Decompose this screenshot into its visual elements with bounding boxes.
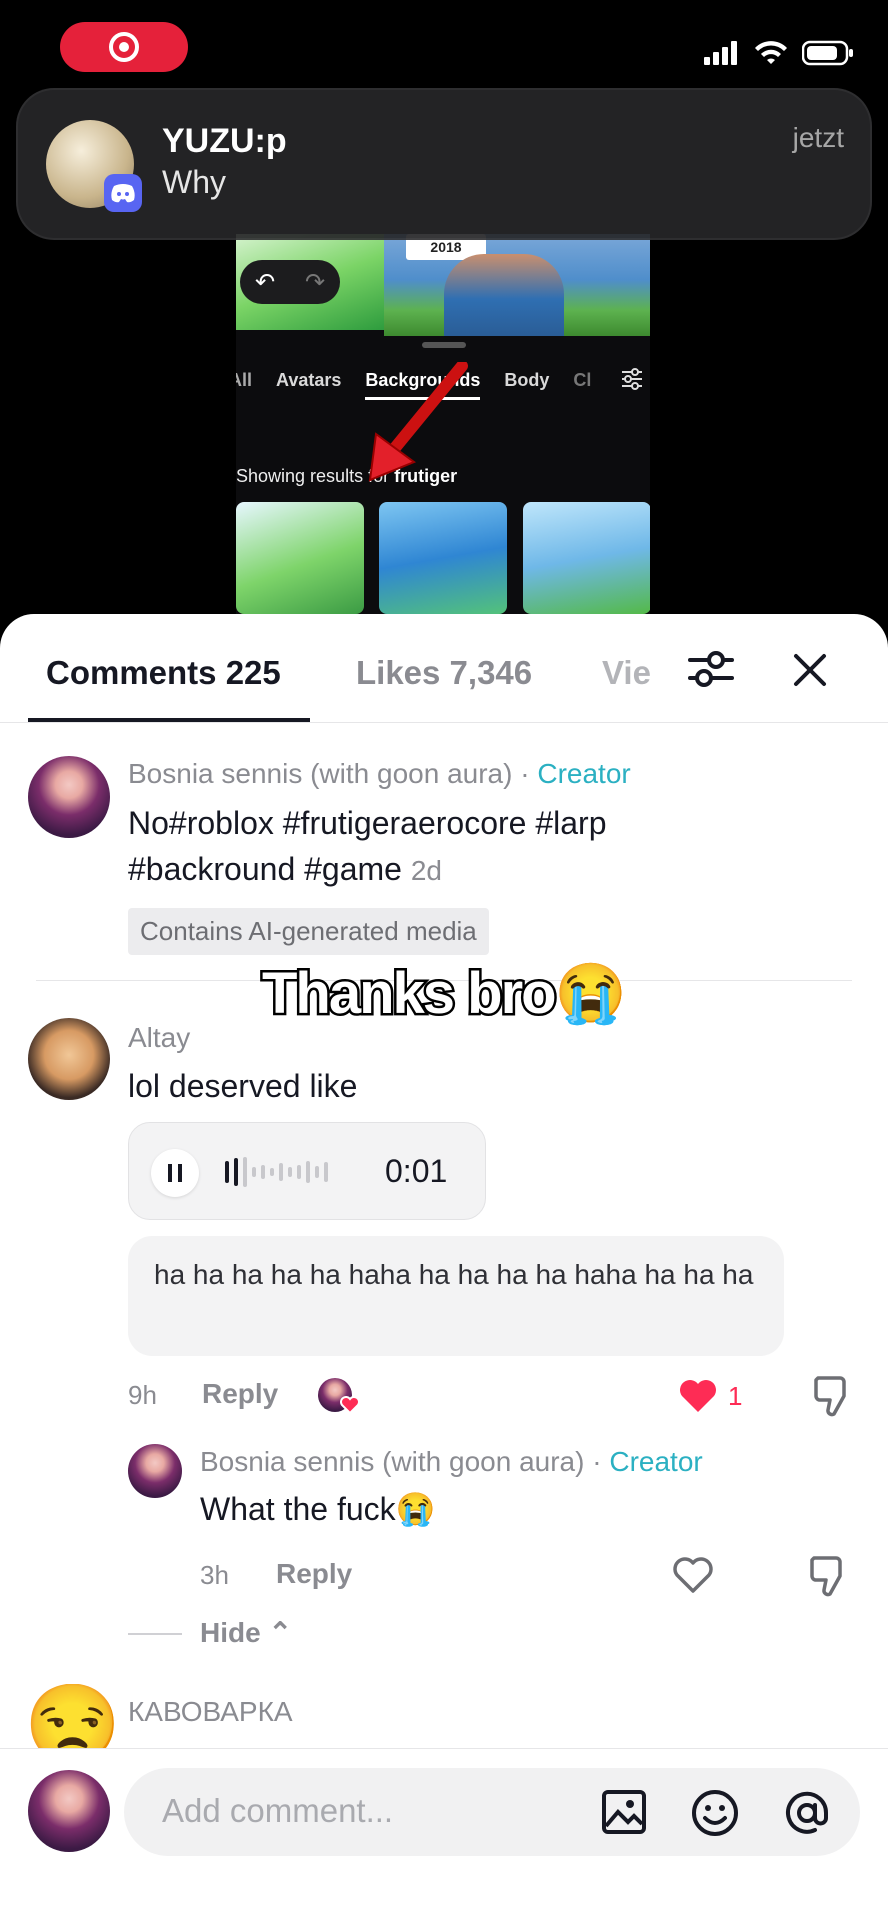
creator-label: Creator [609, 1446, 703, 1477]
comment-age: 9h [128, 1380, 157, 1410]
video-preview[interactable]: 2018 ↶ ↷ All Avatars Backgrounds Body Cl… [236, 234, 650, 614]
creator-label: Creator [537, 758, 631, 789]
caption-text: No#roblox #frutigeraerocore #larp #backr… [128, 805, 607, 887]
undo-icon[interactable]: ↶ [255, 268, 275, 297]
pause-icon[interactable] [151, 1149, 199, 1197]
notification-message: Why [162, 164, 226, 200]
image-icon[interactable] [600, 1788, 648, 1836]
filter-icon[interactable] [686, 644, 736, 694]
emoji-icon[interactable] [690, 1788, 740, 1838]
video-overlay-text: Thanks bro😭 [260, 959, 630, 1029]
waveform [225, 1157, 328, 1187]
voice-duration: 0:01 [385, 1153, 448, 1189]
discord-icon [104, 174, 142, 212]
transcript-bubble: ha ha ha ha ha haha ha ha ha ha haha ha … [128, 1236, 784, 1356]
hide-replies-button[interactable]: Hide ⌃ [200, 1616, 292, 1649]
dislike-icon[interactable] [812, 1374, 852, 1418]
comment-text: What the fuck😭 [200, 1491, 436, 1527]
ai-generated-badge[interactable]: Contains AI-generated media [128, 908, 489, 955]
discord-notification[interactable]: YUZU:p Why jetzt [16, 88, 872, 240]
undo-redo-control[interactable]: ↶ ↷ [240, 260, 340, 304]
tab-likes[interactable]: Likes 7,346 [356, 654, 532, 692]
red-arrow-icon [368, 362, 468, 482]
at-icon[interactable] [782, 1788, 832, 1838]
filter-sliders-icon[interactable] [620, 368, 644, 390]
heart-icon [340, 1396, 360, 1414]
result-thumbnail[interactable] [379, 502, 507, 614]
result-thumbnail[interactable] [523, 502, 650, 614]
battery-icon [802, 40, 853, 66]
comment-input[interactable]: Add comment... [124, 1768, 860, 1856]
heart-outline-icon[interactable] [672, 1556, 714, 1594]
avatar-emoji[interactable]: 😒 [24, 1684, 121, 1748]
wifi-icon [755, 41, 787, 64]
tab-body[interactable]: Body [504, 370, 549, 400]
result-thumbnail[interactable] [236, 502, 364, 614]
avatar [28, 1770, 110, 1852]
reply-button[interactable]: Reply [202, 1378, 278, 1410]
notification-time: jetzt [792, 122, 844, 153]
tab-all[interactable]: All [236, 370, 252, 400]
comment-text: lol deserved like [128, 1068, 358, 1104]
status-icons [704, 40, 854, 66]
chevron-up-icon: ⌃ [268, 1617, 292, 1648]
avatar[interactable] [28, 1018, 110, 1100]
close-icon[interactable] [786, 646, 834, 694]
reply-button[interactable]: Reply [276, 1558, 352, 1590]
screen-record-indicator[interactable] [60, 22, 188, 72]
tab-views[interactable]: Vie [602, 654, 662, 692]
comment-age: 2d [410, 855, 443, 886]
tab-avatars[interactable]: Avatars [276, 370, 341, 400]
signal-icon [704, 41, 737, 65]
redo-icon[interactable]: ↷ [305, 268, 325, 297]
avatar[interactable] [28, 756, 110, 838]
like-button[interactable]: 1 [678, 1378, 742, 1414]
person-image: 2018 [384, 234, 650, 336]
heart-filled-icon[interactable] [678, 1378, 718, 1414]
divider [0, 722, 888, 723]
notification-sender: YUZU:p [162, 122, 287, 160]
tab-comments[interactable]: Comments 225 [46, 654, 281, 692]
like-count: 1 [728, 1380, 743, 1411]
drag-handle[interactable] [422, 342, 466, 348]
comment-author[interactable]: Bosnia sennis (with goon aura) · Creator [128, 758, 631, 790]
comment-author[interactable]: Bosnia sennis (with goon aura) · Creator [200, 1446, 703, 1478]
voice-message[interactable]: 0:01 [128, 1122, 486, 1220]
comment-placeholder: Add comment... [162, 1792, 394, 1829]
tab-clothing[interactable]: Cl [573, 370, 591, 400]
avatar[interactable] [128, 1444, 182, 1498]
transcript-text: ha ha ha ha ha haha ha ha ha ha haha ha … [154, 1259, 754, 1290]
comment-author[interactable]: КАВОВАРКА [128, 1696, 293, 1728]
comment-age: 3h [200, 1560, 229, 1590]
comment-author[interactable]: Altay [128, 1022, 190, 1054]
dislike-icon[interactable] [808, 1554, 848, 1598]
hide-replies-line [128, 1633, 182, 1635]
screen-record-icon [109, 32, 139, 62]
